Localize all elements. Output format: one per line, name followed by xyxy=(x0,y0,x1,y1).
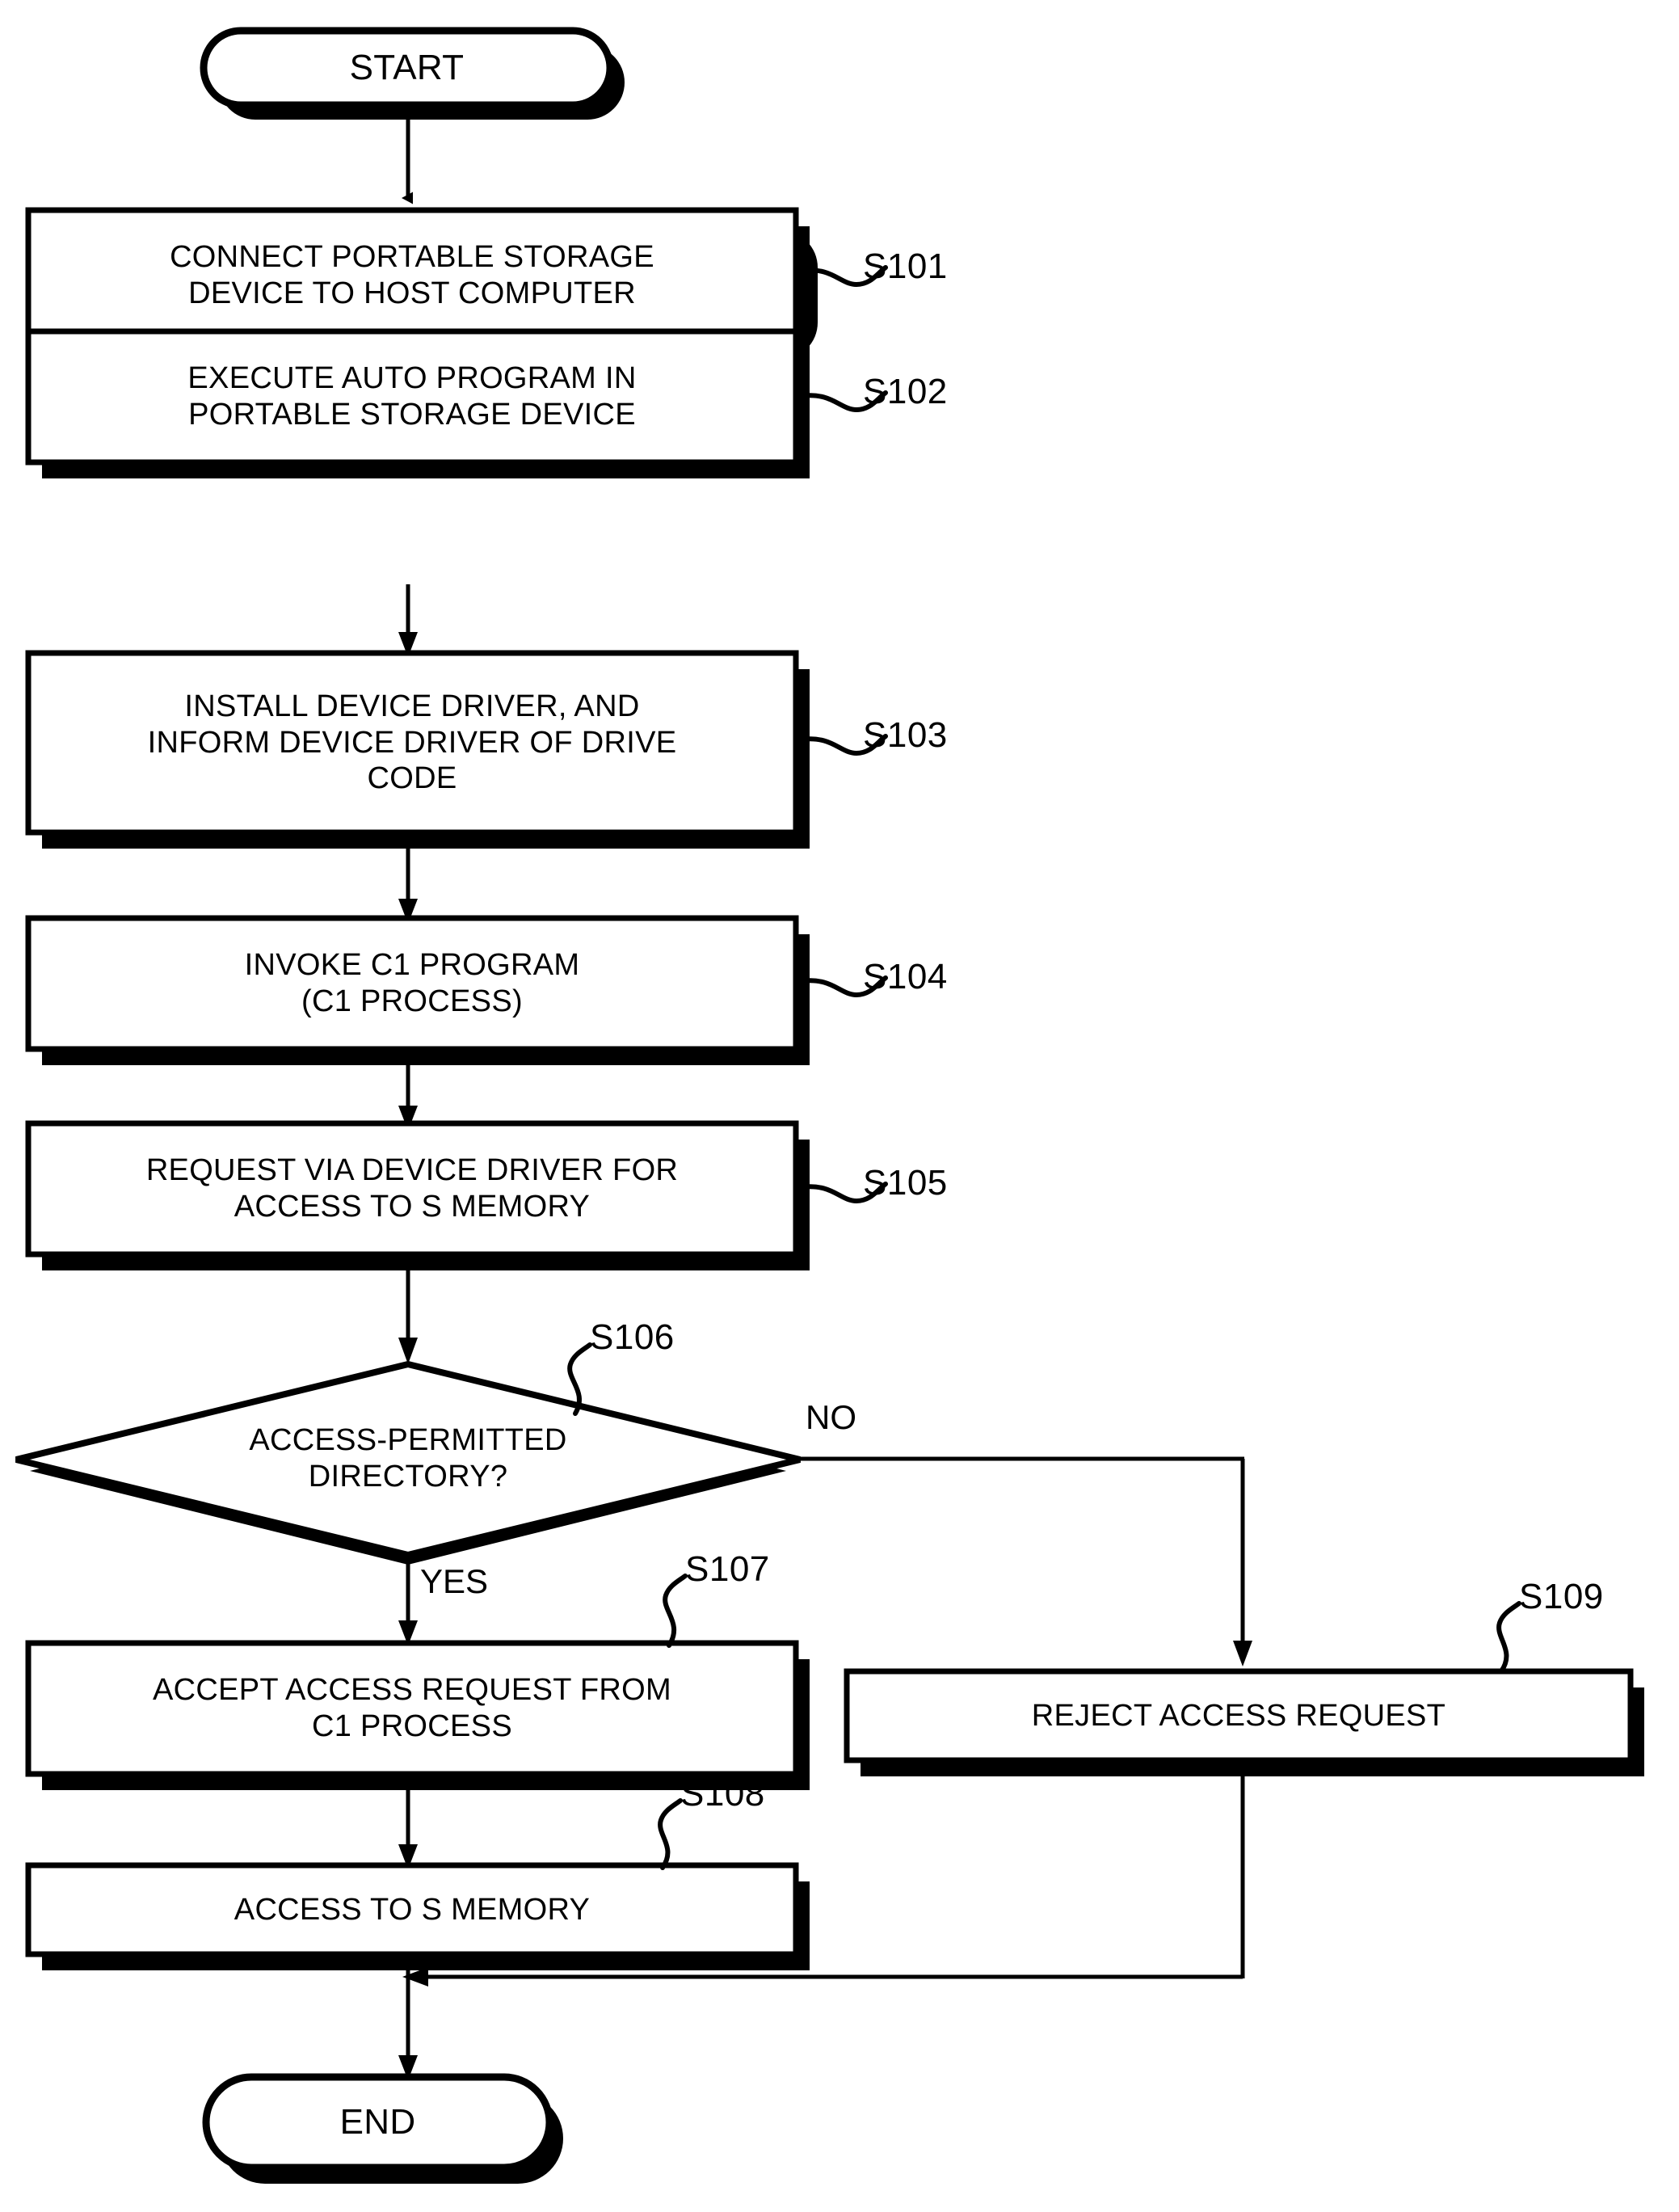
s108-shape xyxy=(25,1862,799,1957)
step-label-s107: S107 xyxy=(685,1549,770,1589)
arrowhead-s106 xyxy=(398,1338,418,1364)
end-shape xyxy=(202,2073,553,2172)
step-label-s109: S109 xyxy=(1519,1577,1604,1616)
s109-shape xyxy=(844,1668,1634,1763)
step-label-s101: S101 xyxy=(863,246,948,286)
step-label-s103: S103 xyxy=(863,715,948,755)
edge-label-no: NO xyxy=(806,1398,856,1436)
s106-shape xyxy=(15,1360,801,1559)
edge-label-yes: YES xyxy=(420,1562,489,1600)
s103-shape xyxy=(25,650,799,836)
step-label-s102: S102 xyxy=(863,372,948,411)
flowchart-canvas: START CONNECT PORTABLE STORAGE DEVICE TO… xyxy=(0,0,1679,2212)
step-label-s106: S106 xyxy=(590,1317,675,1357)
leader-s109 xyxy=(1496,1601,1521,1674)
arrowhead-s109 xyxy=(1233,1641,1252,1666)
leader-group xyxy=(567,265,1521,1870)
s101-shape xyxy=(25,207,799,344)
leader-s108 xyxy=(658,1798,683,1870)
leader-s107 xyxy=(663,1574,688,1648)
s102-shape xyxy=(25,328,799,466)
flowchart-graphics xyxy=(15,27,1644,2184)
start-shape xyxy=(200,27,614,109)
step-label-s108: S108 xyxy=(680,1774,765,1814)
step-label-s105: S105 xyxy=(863,1163,948,1203)
s107-shape xyxy=(25,1640,799,1777)
s105-shape xyxy=(25,1120,799,1258)
s104-shape xyxy=(25,915,799,1052)
step-label-s104: S104 xyxy=(863,957,948,996)
